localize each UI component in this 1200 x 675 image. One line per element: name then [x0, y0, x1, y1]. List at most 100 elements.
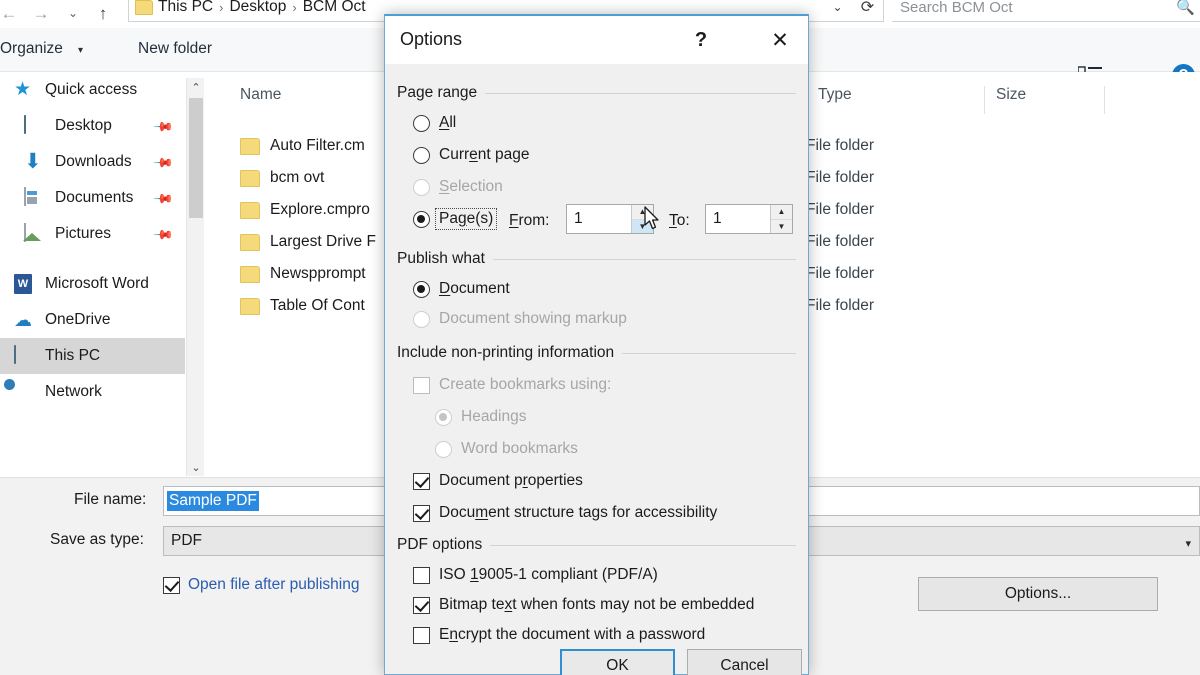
file-name-value: Sample PDF [167, 491, 259, 511]
checkbox-bitmap-text[interactable]: Bitmap text when fonts may not be embedd… [413, 596, 754, 614]
pin-icon[interactable]: 📌 [152, 188, 175, 211]
sidebar-item-label: Quick access [45, 81, 137, 99]
spinner-down-icon[interactable]: ▼ [771, 220, 792, 234]
checkbox-document-structure-tags[interactable]: Document structure tags for accessibilit… [413, 504, 717, 522]
checkbox-encrypt-document[interactable]: Encrypt the document with a password [413, 626, 705, 644]
help-icon[interactable]: ? [685, 24, 717, 56]
column-header-size[interactable]: Size [996, 86, 1026, 116]
file-name: Auto Filter.cm [270, 137, 365, 155]
chevron-down-icon[interactable]: ▾ [78, 45, 83, 56]
file-name: Largest Drive F [270, 233, 376, 251]
sidebar-item-quick-access[interactable]: ★ Quick access [0, 72, 185, 108]
breadcrumb-item-1[interactable]: Desktop [229, 0, 286, 16]
ok-button[interactable]: OK [560, 649, 675, 675]
sidebar-item-microsoft-word[interactable]: W Microsoft Word [0, 266, 185, 302]
radio-all[interactable]: All [413, 114, 456, 132]
up-icon[interactable]: ↑ [88, 0, 118, 26]
to-page-value: 1 [713, 210, 722, 228]
save-as-type-label: Save as type: [50, 531, 144, 549]
address-dropdown-icon[interactable]: ⌄ [823, 0, 853, 22]
cancel-button[interactable]: Cancel [687, 649, 802, 675]
pin-icon[interactable]: 📌 [152, 224, 175, 247]
column-header-name[interactable]: Name [240, 86, 281, 116]
radio-headings: Headings [435, 408, 527, 426]
group-label: Page range [397, 84, 477, 102]
search-input[interactable]: Search BCM Oct [900, 0, 1176, 16]
sidebar-item-label: Network [45, 383, 102, 401]
documents-icon [24, 188, 45, 209]
file-type: File folder [806, 297, 874, 315]
open-after-publishing-checkbox[interactable]: Open file after publishing [163, 576, 359, 594]
checkbox-document-properties[interactable]: Document properties [413, 472, 583, 490]
breadcrumb-item-2[interactable]: BCM Oct [303, 0, 366, 16]
dialog-title-bar[interactable]: Options ? ✕ [385, 16, 808, 64]
pin-icon[interactable]: 📌 [152, 152, 175, 175]
scroll-up-icon[interactable]: ⌃ [187, 78, 205, 96]
scroll-down-icon[interactable]: ⌄ [187, 458, 205, 476]
pin-icon[interactable]: 📌 [152, 116, 175, 139]
sidebar-item-label: OneDrive [45, 311, 110, 329]
radio-button [413, 147, 430, 164]
checkbox-box [413, 597, 430, 614]
sidebar-item-label: Desktop [55, 117, 112, 135]
back-icon[interactable]: ← [0, 0, 24, 26]
radio-selection: Selection [413, 178, 503, 196]
checkbox-box [413, 567, 430, 584]
options-dialog: Options ? ✕ Page range All Current page … [384, 14, 809, 675]
new-folder-button[interactable]: New folder [138, 40, 212, 58]
radio-pages[interactable]: Page(s) [413, 210, 493, 228]
scrollbar-thumb[interactable] [189, 98, 203, 218]
chevron-down-icon[interactable]: ▾ [1185, 537, 1191, 550]
file-type: File folder [806, 201, 874, 219]
breadcrumb-separator-icon: › [218, 0, 224, 15]
checkbox-box [413, 505, 430, 522]
folder-icon [240, 170, 260, 187]
close-icon[interactable]: ✕ [760, 24, 800, 56]
to-page-spinner[interactable]: ▲ ▼ [770, 205, 792, 233]
sidebar-item-onedrive[interactable]: ☁ OneDrive [0, 302, 185, 338]
radio-document-showing-markup: Document showing markup [413, 310, 627, 328]
sidebar-item-label: Microsoft Word [45, 275, 149, 293]
screen: ← → ⌄ ↑ This PC › Desktop › BCM Oct ⌄ ⟳ … [0, 0, 1200, 675]
forward-icon[interactable]: → [26, 0, 56, 26]
column-divider[interactable] [984, 86, 985, 114]
options-button[interactable]: Options... [918, 577, 1158, 611]
folder-icon [240, 266, 260, 283]
checkbox-iso-compliant[interactable]: ISO 19005-1 compliant (PDF/A) [413, 566, 658, 584]
recent-locations-icon[interactable]: ⌄ [58, 0, 88, 26]
radio-label: Document [439, 280, 510, 298]
refresh-icon[interactable]: ⟳ [852, 0, 884, 22]
search-box[interactable]: Search BCM Oct 🔍 [892, 0, 1200, 22]
spinner-up-icon[interactable]: ▲ [771, 205, 792, 220]
sidebar-item-documents[interactable]: Documents 📌 [0, 180, 185, 216]
file-name: bcm ovt [270, 169, 324, 187]
column-header-type[interactable]: Type [818, 86, 852, 116]
file-name: Explore.cmpro [270, 201, 370, 219]
organize-button[interactable]: Organize [0, 40, 63, 58]
sidebar-item-desktop[interactable]: Desktop 📌 [0, 108, 185, 144]
from-page-input[interactable]: 1 ▲ ▼ [566, 204, 654, 234]
checkbox-create-bookmarks: Create bookmarks using: [413, 376, 611, 394]
breadcrumb-item-0[interactable]: This PC [158, 0, 213, 16]
sidebar-item-network[interactable]: Network [0, 374, 185, 410]
publish-what-group-header: Publish what [397, 250, 796, 268]
dialog-body: Page range All Current page Selection Pa… [385, 64, 808, 674]
column-divider[interactable] [1104, 86, 1105, 114]
file-name-label: File name: [74, 491, 146, 509]
pictures-icon [24, 224, 45, 245]
sidebar-item-pictures[interactable]: Pictures 📌 [0, 216, 185, 252]
divider [490, 545, 796, 546]
download-icon: ⬇ [24, 152, 45, 173]
radio-label: All [439, 114, 456, 132]
navpane-scrollbar[interactable]: ⌃ ⌄ [186, 78, 204, 476]
sidebar-item-downloads[interactable]: ⬇ Downloads 📌 [0, 144, 185, 180]
sidebar-item-label: This PC [45, 347, 100, 365]
radio-button [413, 179, 430, 196]
network-icon [14, 382, 35, 403]
word-icon: W [14, 274, 35, 295]
sidebar-item-this-pc[interactable]: This PC [0, 338, 185, 374]
radio-current-page[interactable]: Current page [413, 146, 529, 164]
to-page-input[interactable]: 1 ▲ ▼ [705, 204, 793, 234]
group-label: Include non-printing information [397, 344, 614, 362]
radio-document[interactable]: Document [413, 280, 510, 298]
